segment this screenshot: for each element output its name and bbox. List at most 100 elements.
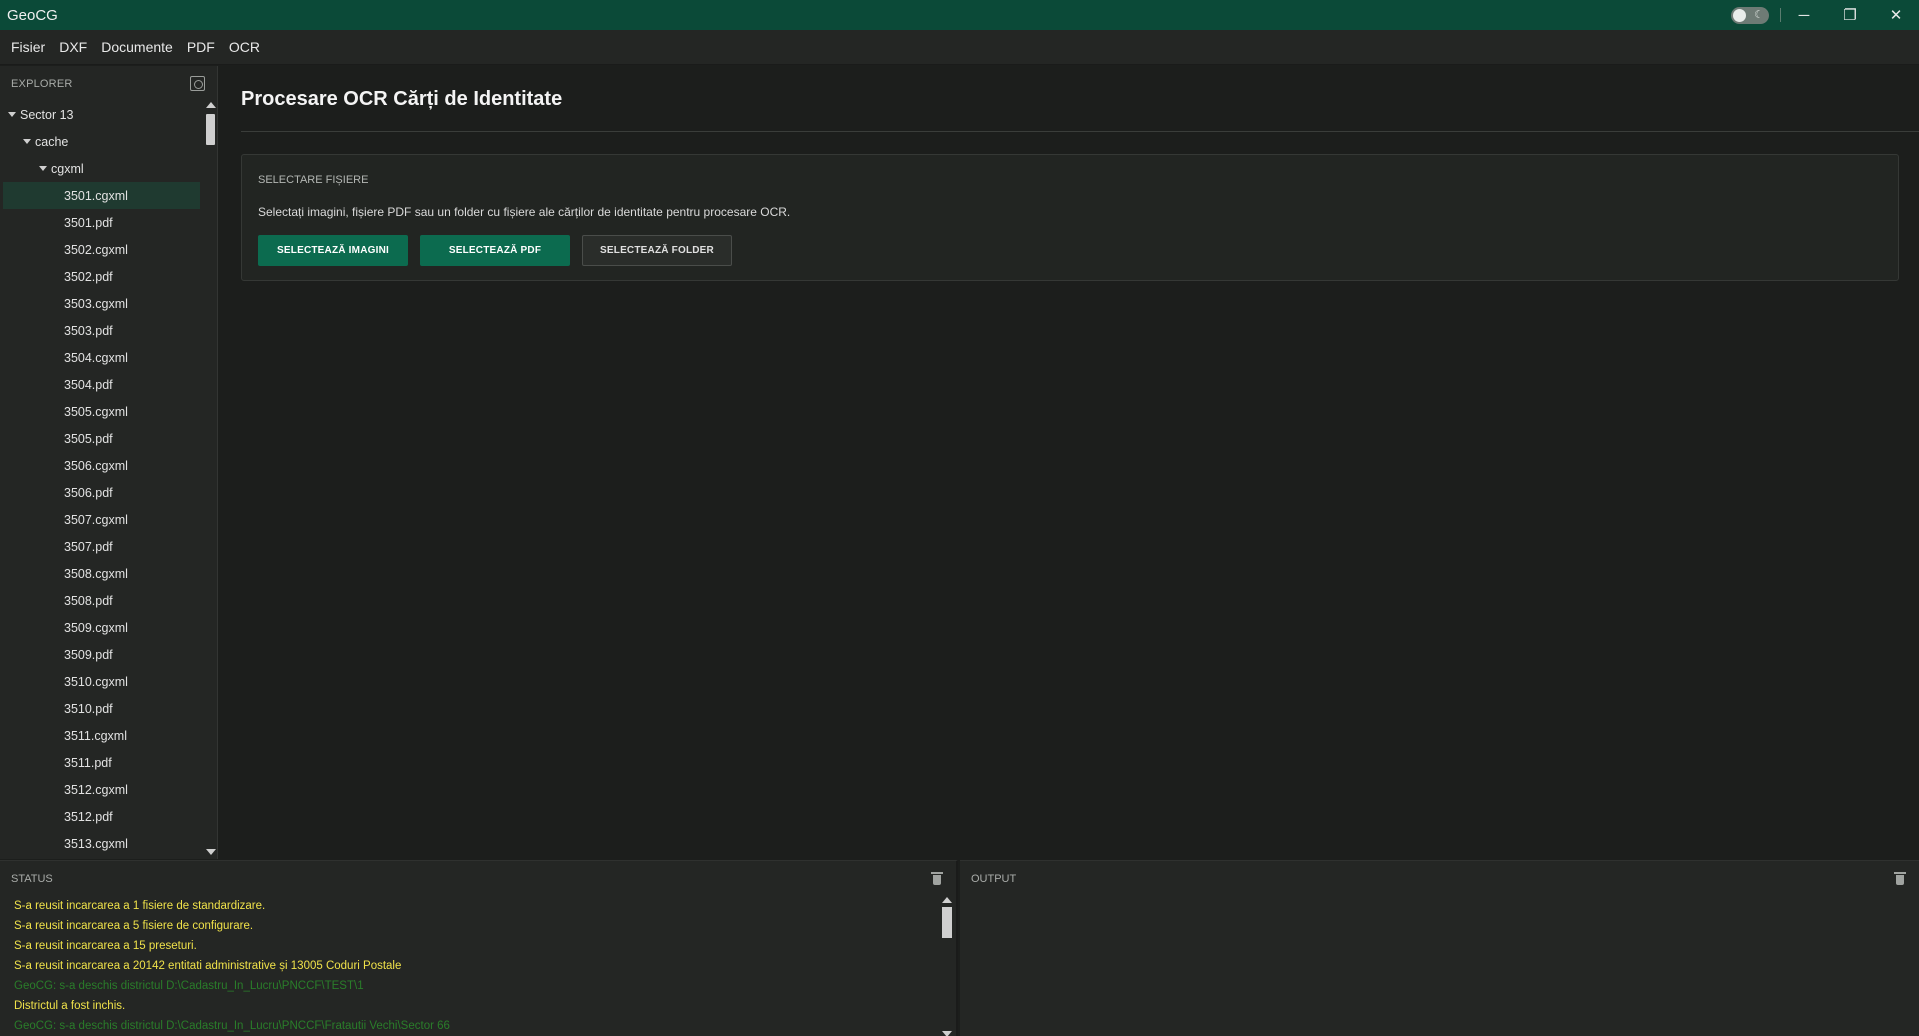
tree-item-label: 3506.pdf (64, 485, 113, 500)
tree-item-label: Sector 13 (20, 107, 74, 122)
tree-item-label: 3504.pdf (64, 377, 113, 392)
tree-item-label: 3504.cgxml (64, 350, 128, 365)
status-line: S-a reusit incarcarea a 20142 entitati a… (14, 960, 402, 972)
chevron-down-icon[interactable] (39, 166, 47, 171)
select-folder-button[interactable]: SELECTEAZĂ FOLDER (582, 235, 732, 266)
status-line: GeoCG: s-a deschis districtul D:\Cadastr… (14, 1020, 450, 1032)
tree-item[interactable]: 3511.cgxml (3, 722, 200, 749)
explorer-scrollbar[interactable] (205, 102, 216, 855)
menu-documente[interactable]: Documente (94, 39, 180, 55)
explorer-panel: EXPLORER Sector 13 cache cgxml 3501.cgxml 35… (0, 66, 218, 859)
page-title: Procesare OCR Cărți de Identitate (241, 88, 563, 110)
minimize-icon: ─ (1798, 6, 1810, 24)
tree-item[interactable]: 3510.cgxml (3, 668, 200, 695)
tree-item-label: cgxml (51, 161, 84, 176)
explorer-header: EXPLORER (11, 78, 73, 90)
status-line: Districtul a fost inchis. (14, 1000, 126, 1012)
tree-item-label: 3509.pdf (64, 647, 113, 662)
tree-item[interactable]: 3509.pdf (3, 641, 200, 668)
title-divider (241, 131, 1919, 132)
tree-item[interactable]: 3501.pdf (3, 209, 200, 236)
tree-item[interactable]: 3502.pdf (3, 263, 200, 290)
output-panel: OUTPUT (960, 860, 1919, 1036)
card-description: Selectați imagini, fișiere PDF sau un fo… (258, 205, 791, 219)
tree-item[interactable]: 3512.pdf (3, 803, 200, 830)
tree-item[interactable]: 3506.pdf (3, 479, 200, 506)
scroll-thumb[interactable] (206, 114, 215, 145)
tree-item[interactable]: 3506.cgxml (3, 452, 200, 479)
theme-toggle[interactable]: ☾ (1731, 7, 1769, 24)
tree-item[interactable]: Sector 13 (3, 101, 200, 128)
tree-item[interactable]: 3507.cgxml (3, 506, 200, 533)
tree-item[interactable]: 3508.cgxml (3, 560, 200, 587)
menu-bar: Fisier DXF Documente PDF OCR (0, 30, 1919, 65)
moon-icon: ☾ (1754, 9, 1764, 21)
tree-item-label: 3505.cgxml (64, 404, 128, 419)
status-line: S-a reusit incarcarea a 15 preseturi. (14, 940, 197, 952)
close-button[interactable]: ✕ (1873, 0, 1919, 30)
clear-output-trash-icon[interactable] (1894, 872, 1906, 885)
tree-item[interactable]: 3502.cgxml (3, 236, 200, 263)
tree-item-label: cache (35, 134, 69, 149)
menu-dxf[interactable]: DXF (52, 39, 94, 55)
status-log: S-a reusit incarcarea a 1 fisiere de sta… (14, 896, 450, 1036)
tree-item[interactable]: 3509.cgxml (3, 614, 200, 641)
tree-item-label: 3512.pdf (64, 809, 113, 824)
tree-item[interactable]: 3513.cgxml (3, 830, 200, 857)
menu-ocr[interactable]: OCR (222, 39, 267, 55)
tree-item[interactable]: cache (3, 128, 200, 155)
tree-item-label: 3511.cgxml (64, 728, 127, 743)
status-line: S-a reusit incarcarea a 1 fisiere de sta… (14, 900, 266, 912)
chevron-down-icon[interactable] (23, 139, 31, 144)
tree-item[interactable]: 3503.pdf (3, 317, 200, 344)
status-panel: STATUS S-a reusit incarcarea a 1 fisiere… (0, 860, 958, 1036)
select-images-button[interactable]: SELECTEAZĂ IMAGINI (258, 235, 408, 266)
tree-item-label: 3506.cgxml (64, 458, 128, 473)
tree-item-label: 3501.cgxml (64, 188, 128, 203)
refresh-icon[interactable] (190, 76, 205, 91)
tree-item-label: 3503.pdf (64, 323, 113, 338)
tree-item-label: 3512.cgxml (64, 782, 128, 797)
tree-item[interactable]: 3508.pdf (3, 587, 200, 614)
toggle-knob (1733, 9, 1746, 22)
tree-item-label: 3503.cgxml (64, 296, 128, 311)
menu-fisier[interactable]: Fisier (4, 39, 52, 55)
minimize-button[interactable]: ─ (1781, 0, 1827, 30)
tree-item-label: 3509.cgxml (64, 620, 128, 635)
tree-item[interactable]: 3512.cgxml (3, 776, 200, 803)
tree-item-label: 3510.cgxml (64, 674, 128, 689)
select-pdf-button[interactable]: SELECTEAZĂ PDF (420, 235, 570, 266)
restore-button[interactable]: ❐ (1827, 0, 1873, 30)
card-header: SELECTARE FIȘIERE (258, 174, 369, 186)
scroll-up-icon[interactable] (206, 102, 216, 108)
restore-icon: ❐ (1843, 7, 1857, 24)
tree-item[interactable]: 3501.cgxml (3, 182, 200, 209)
file-tree: Sector 13 cache cgxml 3501.cgxml 3501.pdf 350… (3, 101, 200, 857)
tree-item[interactable]: 3507.pdf (3, 533, 200, 560)
tree-item-label: 3510.pdf (64, 701, 113, 716)
tree-item[interactable]: 3505.pdf (3, 425, 200, 452)
chevron-down-icon[interactable] (8, 112, 16, 117)
status-scrollbar[interactable] (942, 897, 952, 1036)
tree-item-label: 3511.pdf (64, 755, 112, 770)
tree-item[interactable]: cgxml (3, 155, 200, 182)
scroll-down-icon[interactable] (942, 1031, 952, 1036)
tree-item-label: 3508.cgxml (64, 566, 128, 581)
clear-status-trash-icon[interactable] (931, 872, 943, 885)
tree-item[interactable]: 3510.pdf (3, 695, 200, 722)
tree-item[interactable]: 3505.cgxml (3, 398, 200, 425)
title-bar: GeoCG ☾ ─ ❐ ✕ (0, 0, 1919, 30)
tree-item-label: 3502.pdf (64, 269, 113, 284)
scroll-up-icon[interactable] (942, 897, 952, 903)
status-line: GeoCG: s-a deschis districtul D:\Cadastr… (14, 980, 364, 992)
tree-item-label: 3501.pdf (64, 215, 113, 230)
tree-item[interactable]: 3504.pdf (3, 371, 200, 398)
file-selection-card: SELECTARE FIȘIERE Selectați imagini, fiș… (241, 154, 1899, 281)
output-header: OUTPUT (971, 873, 1017, 885)
scroll-thumb[interactable] (942, 907, 952, 938)
tree-item[interactable]: 3511.pdf (3, 749, 200, 776)
scroll-down-icon[interactable] (206, 849, 216, 855)
menu-pdf[interactable]: PDF (180, 39, 222, 55)
tree-item[interactable]: 3504.cgxml (3, 344, 200, 371)
tree-item[interactable]: 3503.cgxml (3, 290, 200, 317)
